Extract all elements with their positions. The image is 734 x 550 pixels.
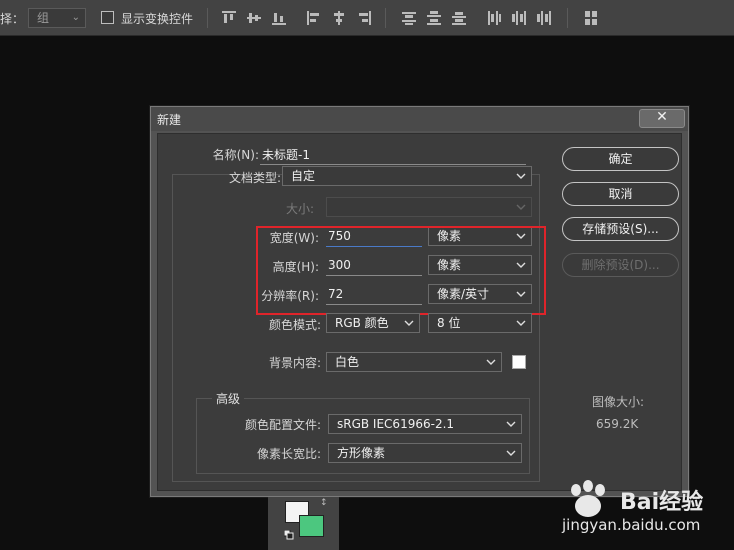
separator <box>207 8 208 28</box>
pixel-aspect-value: 方形像素 <box>337 446 386 460</box>
show-transform-label: 显示变换控件 <box>121 12 194 26</box>
chevron-down-icon <box>506 445 516 461</box>
pixel-aspect-label: 像素长宽比: <box>256 447 321 461</box>
close-icon: ✕ <box>656 109 668 125</box>
close-button[interactable]: ✕ <box>639 109 685 128</box>
watermark-brand-cn: 经验 <box>659 490 704 515</box>
separator <box>567 8 568 28</box>
distribute-top-icon[interactable] <box>400 9 418 27</box>
chevron-down-icon <box>486 354 496 370</box>
chevron-down-icon <box>516 168 526 184</box>
distribute-vcenter-icon[interactable] <box>425 9 443 27</box>
background-color-swatch[interactable] <box>512 355 526 369</box>
save-preset-button[interactable]: 存储预设(S)... <box>562 217 679 241</box>
name-input[interactable]: 未标题-1 <box>262 146 310 163</box>
dialog-titlebar[interactable]: 新建 ✕ <box>151 107 688 131</box>
image-size-value: 659.2K <box>596 417 639 431</box>
pixel-aspect-select[interactable]: 方形像素 <box>328 443 522 463</box>
ok-button[interactable]: 确定 <box>562 147 679 171</box>
distribute-bottom-icon[interactable] <box>450 9 468 27</box>
size-select[interactable] <box>326 197 532 217</box>
chevron-down-icon <box>516 199 526 215</box>
separator <box>385 8 386 28</box>
watermark-brand: Bai经验 <box>620 484 703 516</box>
watermark-url: jingyan.baidu.com <box>562 516 701 534</box>
color-mode-select[interactable]: RGB 颜色 <box>326 313 420 333</box>
align-hcenter-icon[interactable] <box>330 9 348 27</box>
distribute-right-icon[interactable] <box>535 9 553 27</box>
name-label: 名称(N): <box>212 148 259 162</box>
highlight-box <box>256 226 546 315</box>
chevron-down-icon <box>506 416 516 432</box>
auto-align-icon[interactable] <box>582 9 600 27</box>
doc-type-value: 自定 <box>291 169 316 183</box>
advanced-title: 高级 <box>212 390 245 407</box>
foreground-color-swatch-tool[interactable] <box>299 515 324 537</box>
delete-preset-button[interactable]: 删除预设(D)... <box>562 253 679 277</box>
options-bar: 择： 组 ⌄ 显示变换控件 <box>0 0 734 36</box>
align-top-icon[interactable] <box>220 9 238 27</box>
bit-depth-value: 8 位 <box>437 316 461 330</box>
background-value: 白色 <box>335 355 360 369</box>
show-transform-checkbox[interactable] <box>101 11 114 24</box>
color-profile-select[interactable]: sRGB IEC61966-2.1 <box>328 414 522 434</box>
color-swatches-panel: ↕ <box>268 497 339 550</box>
align-right-icon[interactable] <box>355 9 373 27</box>
auto-select-value: 组 <box>37 11 50 25</box>
dialog-body: 名称(N): 未标题-1 文档类型: 自定 大小: 宽度(W): 750 像素 … <box>157 133 682 491</box>
dialog-title: 新建 <box>157 113 182 127</box>
background-select[interactable]: 白色 <box>326 352 502 372</box>
color-mode-value: RGB 颜色 <box>335 316 389 330</box>
align-vcenter-icon[interactable] <box>245 9 263 27</box>
auto-select-label: 择： <box>0 12 25 26</box>
distribute-left-icon[interactable] <box>485 9 503 27</box>
auto-select-dropdown[interactable]: 组 ⌄ <box>28 8 86 28</box>
doc-type-select[interactable]: 自定 <box>282 166 532 186</box>
image-size-label: 图像大小: <box>592 395 645 409</box>
swap-colors-icon[interactable]: ↕ <box>320 498 328 508</box>
watermark-brand-en: Bai <box>620 490 660 515</box>
chevron-down-icon <box>404 315 414 331</box>
chevron-down-icon: ⌄ <box>71 12 80 23</box>
background-label: 背景内容: <box>268 356 321 370</box>
new-document-dialog: 新建 ✕ 名称(N): 未标题-1 文档类型: 自定 大小: 宽度(W): 75… <box>150 106 689 497</box>
default-colors-icon[interactable] <box>283 529 294 540</box>
align-bottom-icon[interactable] <box>270 9 288 27</box>
bit-depth-select[interactable]: 8 位 <box>428 313 532 333</box>
color-profile-value: sRGB IEC61966-2.1 <box>337 417 455 431</box>
chevron-down-icon <box>516 315 526 331</box>
cancel-button[interactable]: 取消 <box>562 182 679 206</box>
doc-type-label: 文档类型: <box>228 171 281 185</box>
color-mode-label: 颜色模式: <box>268 318 321 332</box>
name-underline <box>260 164 526 165</box>
size-label: 大小: <box>285 202 314 216</box>
color-profile-label: 颜色配置文件: <box>244 418 321 432</box>
distribute-hcenter-icon[interactable] <box>510 9 528 27</box>
align-left-icon[interactable] <box>305 9 323 27</box>
